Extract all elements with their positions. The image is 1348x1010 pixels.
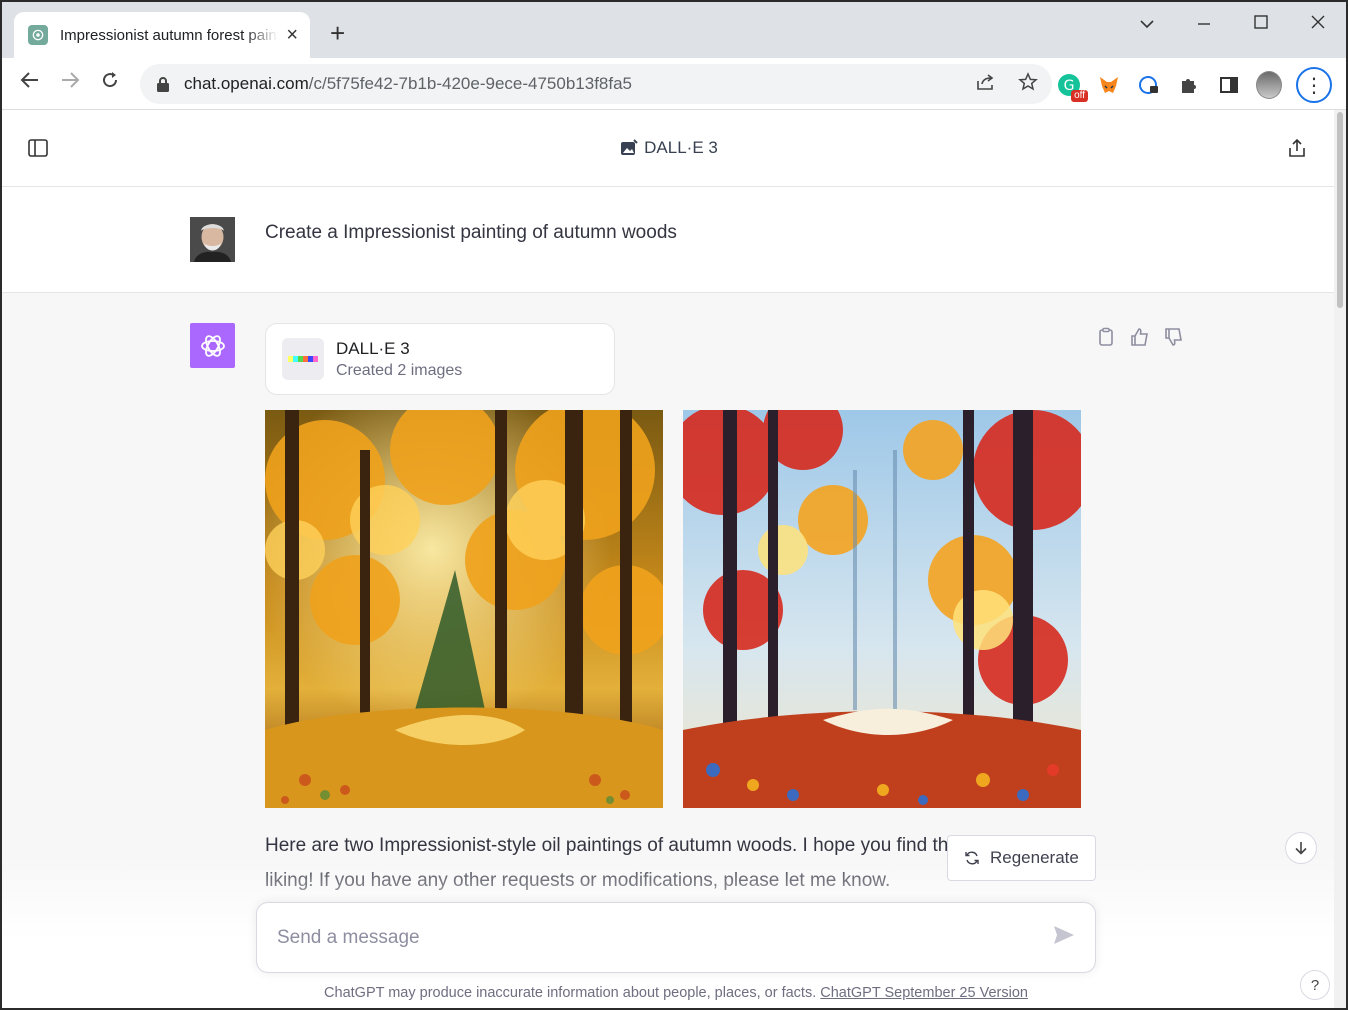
tab-search-chevron-icon[interactable]: [1118, 13, 1175, 34]
copy-clipboard-icon[interactable]: [1096, 327, 1116, 352]
url-text: chat.openai.com/c/5f75fe42-7b1b-420e-9ec…: [184, 74, 633, 93]
address-bar[interactable]: chat.openai.com/c/5f75fe42-7b1b-420e-9ec…: [140, 64, 1052, 104]
regenerate-icon: [965, 851, 979, 865]
version-link[interactable]: ChatGPT September 25 Version: [820, 985, 1028, 1001]
tab-strip: Impressionist autumn forest painting × +: [2, 2, 1346, 58]
thumbs-down-icon[interactable]: [1164, 327, 1184, 352]
maximize-icon[interactable]: [1232, 13, 1289, 34]
user-avatar: [190, 217, 235, 262]
close-window-icon[interactable]: [1289, 13, 1346, 34]
new-tab-icon[interactable]: +: [330, 20, 345, 46]
regenerate-button[interactable]: Regenerate: [947, 835, 1096, 881]
model-title: DALL·E 3: [620, 138, 718, 158]
grammarly-extension-icon[interactable]: G off: [1056, 72, 1088, 102]
browser-window: Impressionist autumn forest painting × +: [0, 0, 1348, 1010]
message-composer: [256, 902, 1096, 973]
message-input[interactable]: [277, 926, 1037, 949]
chat-header: DALL·E 3: [2, 110, 1336, 187]
forward-arrow-icon[interactable]: [60, 70, 80, 96]
chatgpt-logo-icon: [190, 323, 235, 368]
assistant-message-row: DALL·E 3 Created 2 images Here are two I…: [2, 293, 1336, 1008]
share-page-icon[interactable]: [976, 73, 996, 96]
dalle-stripe-icon: [282, 338, 324, 380]
minimize-icon[interactable]: [1175, 13, 1232, 34]
scroll-down-arrow-icon[interactable]: [1285, 832, 1317, 864]
user-prompt-text: Create a Impressionist painting of autum…: [265, 222, 677, 243]
tab-close-icon[interactable]: ×: [286, 24, 298, 47]
reload-icon[interactable]: [100, 70, 120, 96]
image-edit-icon: [621, 139, 638, 155]
model-name: DALL·E 3: [644, 138, 718, 157]
metamask-fox-icon[interactable]: [1096, 72, 1122, 98]
tool-card-title: DALL·E 3: [336, 338, 410, 358]
footer-disclaimer: ChatGPT may produce inaccurate informati…: [2, 985, 1346, 1001]
back-arrow-icon[interactable]: [20, 70, 40, 96]
browser-menu-icon[interactable]: ⋮: [1296, 67, 1332, 103]
share-icon[interactable]: [1288, 138, 1306, 163]
thumbs-up-icon[interactable]: [1130, 327, 1150, 352]
side-panel-icon[interactable]: [1216, 72, 1242, 98]
tab-title: Impressionist autumn forest painting: [60, 26, 278, 44]
generated-image-1[interactable]: [265, 410, 663, 808]
help-button[interactable]: ?: [1300, 970, 1330, 1000]
message-actions: [1096, 327, 1184, 352]
send-icon[interactable]: [1053, 925, 1075, 950]
profile-avatar[interactable]: [1256, 71, 1282, 99]
extensions-area: G off ⋮: [1056, 67, 1332, 103]
scrollbar-thumb[interactable]: [1337, 112, 1343, 308]
chat-page: DALL·E 3 Create a Impressionist painting…: [2, 110, 1336, 1008]
page-scrollbar[interactable]: [1334, 110, 1346, 1008]
extension-off-badge: off: [1071, 90, 1088, 102]
browser-toolbar: chat.openai.com/c/5f75fe42-7b1b-420e-9ec…: [2, 58, 1346, 110]
extensions-puzzle-icon[interactable]: [1176, 72, 1202, 98]
lock-icon: [157, 77, 169, 92]
bookmark-star-icon[interactable]: [1018, 71, 1038, 97]
browser-tab[interactable]: Impressionist autumn forest painting ×: [14, 12, 310, 58]
user-message-row: Create a Impressionist painting of autum…: [2, 187, 1336, 293]
tool-card-subtitle: Created 2 images: [336, 361, 463, 379]
dalle-tool-card[interactable]: DALL·E 3 Created 2 images: [265, 323, 615, 395]
regenerate-label: Regenerate: [990, 848, 1079, 867]
sidebar-toggle-icon[interactable]: [28, 139, 48, 162]
generated-image-2[interactable]: [683, 410, 1081, 808]
window-controls: [1118, 2, 1346, 44]
disclaimer-text: ChatGPT may produce inaccurate informati…: [324, 985, 817, 1001]
privacy-extension-icon[interactable]: [1136, 72, 1162, 98]
chatgpt-favicon-icon: [28, 25, 48, 45]
